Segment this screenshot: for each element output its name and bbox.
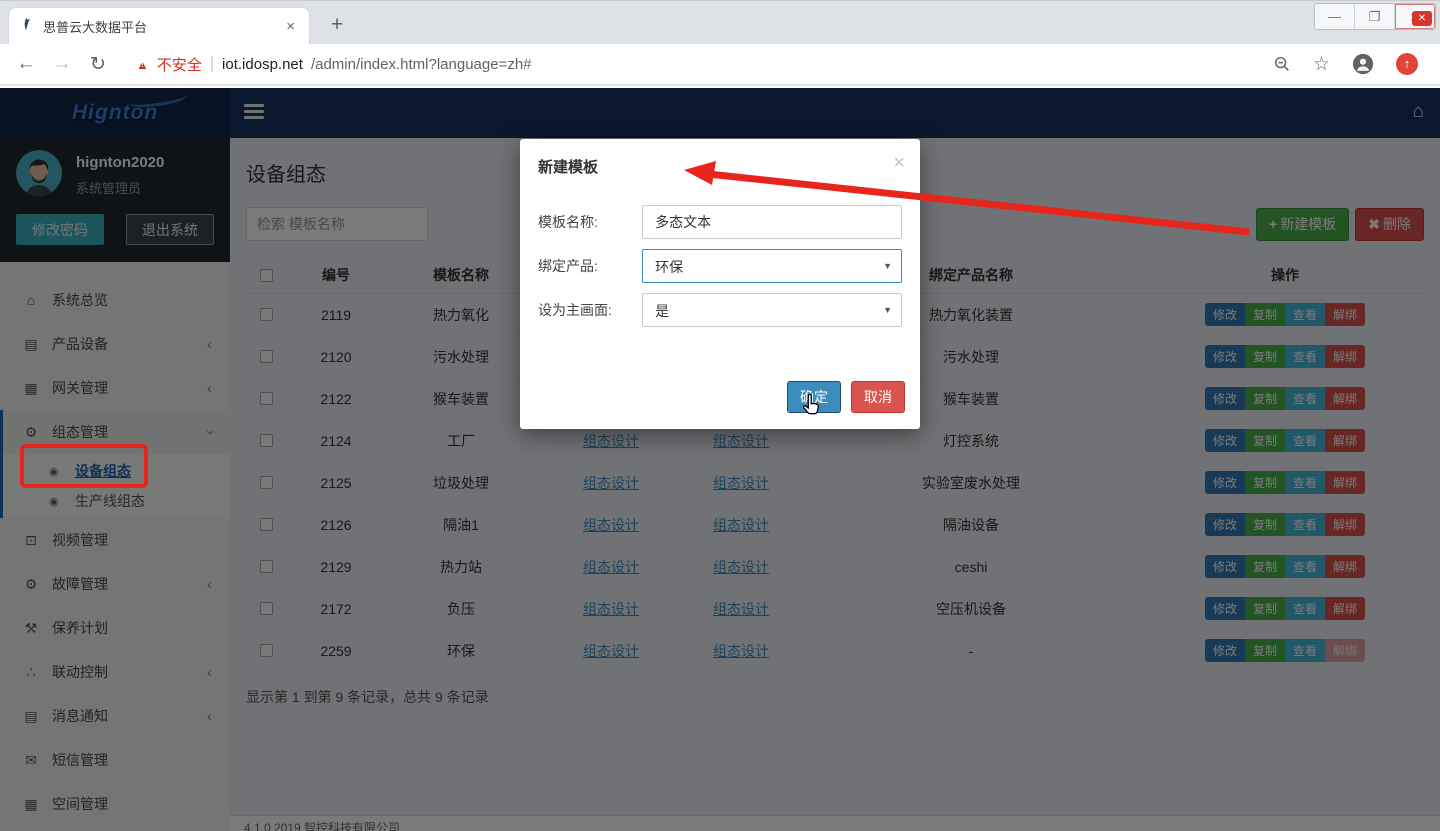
- modal-close-icon[interactable]: ×: [893, 152, 905, 175]
- modal-title: 新建模板: [538, 159, 598, 176]
- browser-tab[interactable]: 思普云大数据平台 ×: [8, 7, 310, 45]
- browser-update-icon[interactable]: ↑: [1396, 53, 1418, 75]
- forward-button[interactable]: →: [46, 53, 78, 75]
- url-path: /admin/index.html?language=zh#: [311, 56, 532, 73]
- field-main-screen: 设为主画面: 是 ▼: [538, 293, 902, 327]
- new-tab-button[interactable]: +: [322, 11, 352, 41]
- tab-strip: 思普云大数据平台 × + — ❐ ✕ ✕: [0, 0, 1440, 44]
- bind-product-label: 绑定产品:: [538, 256, 642, 276]
- confirm-button[interactable]: 确定: [787, 381, 841, 413]
- modal-footer: 确定 取消: [787, 381, 905, 413]
- url-separator: |: [210, 55, 214, 73]
- security-warning-label: 不安全: [157, 54, 202, 75]
- field-template-name: 模板名称:: [538, 205, 902, 239]
- modal-body: 模板名称: 绑定产品: 环保 ▼ 设为主画面: 是 ▼: [520, 187, 920, 327]
- caret-down-icon: ▼: [883, 305, 892, 315]
- screen: 思普云大数据平台 × + — ❐ ✕ ✕ ← → ↻ ▲! 不安全 | iot.…: [0, 0, 1440, 831]
- address-bar[interactable]: ▲! 不安全 | iot.idosp.net/admin/index.html?…: [136, 54, 1269, 75]
- app-viewport: ⌂ Hignton hignton2020 系统管理员 修改密码 退出系统 ⌂系…: [0, 88, 1440, 831]
- bookmark-star-icon[interactable]: ☆: [1313, 53, 1330, 76]
- browser-chrome: 思普云大数据平台 × + — ❐ ✕ ✕ ← → ↻ ▲! 不安全 | iot.…: [0, 0, 1440, 88]
- main-screen-label: 设为主画面:: [538, 300, 642, 320]
- tab-title: 思普云大数据平台: [43, 17, 273, 36]
- new-template-modal: 新建模板 × 模板名称: 绑定产品: 环保 ▼ 设为主画面:: [520, 139, 920, 429]
- close-badge-icon: ✕: [1412, 11, 1432, 26]
- window-controls: — ❐ ✕ ✕: [1314, 3, 1436, 30]
- bind-product-select[interactable]: 环保: [642, 249, 902, 283]
- template-name-label: 模板名称:: [538, 212, 642, 232]
- browser-toolbar: ← → ↻ ▲! 不安全 | iot.idosp.net/admin/index…: [0, 44, 1440, 86]
- tab-close-icon[interactable]: ×: [282, 18, 299, 35]
- back-button[interactable]: ←: [10, 53, 42, 75]
- profile-avatar-icon[interactable]: [1352, 53, 1374, 75]
- security-warning-icon: ▲!: [136, 57, 149, 72]
- restore-button[interactable]: ❐: [1355, 4, 1395, 29]
- url-host: iot.idosp.net: [222, 56, 303, 73]
- close-button[interactable]: ✕ ✕: [1395, 4, 1435, 29]
- favicon: [19, 17, 34, 37]
- toolbar-icons: ☆ ↑: [1273, 53, 1418, 76]
- zoom-out-icon[interactable]: [1273, 55, 1291, 73]
- minimize-button[interactable]: —: [1315, 4, 1355, 29]
- caret-down-icon: ▼: [883, 261, 892, 271]
- field-bind-product: 绑定产品: 环保 ▼: [538, 249, 902, 283]
- reload-button[interactable]: ↻: [82, 53, 114, 76]
- template-name-input[interactable]: [642, 205, 902, 239]
- cancel-button[interactable]: 取消: [851, 381, 905, 413]
- main-screen-select[interactable]: 是: [642, 293, 902, 327]
- modal-header: 新建模板 ×: [520, 139, 920, 187]
